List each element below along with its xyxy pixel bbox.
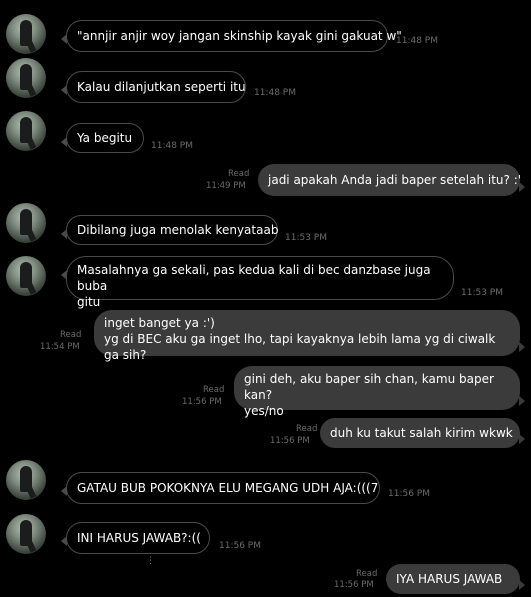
scroll-indicator-icon: ⋮ <box>146 556 155 566</box>
message-time: 11:54 PM <box>40 342 80 352</box>
incoming-message[interactable]: Kalau dilanjutkan seperti itu <box>61 71 246 103</box>
message-time: 11:49 PM <box>206 181 246 191</box>
avatar[interactable] <box>6 14 46 54</box>
message-time: 11:56 PM <box>270 436 310 446</box>
avatar[interactable] <box>6 111 46 151</box>
message-text-line: yes/no <box>244 404 284 418</box>
outgoing-message[interactable]: inget banget ya :') yg di BEC aku ga ing… <box>94 310 525 362</box>
avatar[interactable] <box>6 58 46 98</box>
message-time: 11:53 PM <box>285 233 327 243</box>
read-receipt: Read <box>203 385 225 395</box>
incoming-message[interactable]: GATAU BUB POKOKNYA ELU MEGANG UDH AJA:((… <box>61 472 380 504</box>
message-text: IYA HARUS JAWAB <box>396 572 503 586</box>
outgoing-message[interactable]: IYA HARUS JAWAB <box>386 564 525 594</box>
message-text: duh ku takut salah kirim wkwk <box>330 426 513 440</box>
incoming-message[interactable]: INI HARUS JAWAB?:(( <box>61 522 210 554</box>
incoming-message[interactable]: Dibilang juga menolak kenyataab <box>61 215 279 245</box>
avatar[interactable] <box>6 514 46 554</box>
incoming-message[interactable]: "annjir anjir woy jangan skinship kayak … <box>61 20 402 52</box>
message-time: 11:53 PM <box>461 288 503 298</box>
message-time: 11:48 PM <box>396 36 438 46</box>
message-time: 11:56 PM <box>334 580 374 590</box>
message-text-line: inget banget ya :') <box>104 316 215 330</box>
message-time: 11:48 PM <box>254 88 296 98</box>
message-text: Kalau dilanjutkan seperti itu <box>77 80 246 94</box>
outgoing-message[interactable]: duh ku takut salah kirim wkwk <box>320 418 525 448</box>
message-text-line: gini deh, aku baper sih chan, kamu baper… <box>244 372 494 402</box>
message-text: INI HARUS JAWAB?:(( <box>77 531 201 545</box>
read-receipt: Read <box>356 569 378 579</box>
read-receipt: Read <box>228 169 250 179</box>
avatar[interactable] <box>6 460 46 500</box>
outgoing-message[interactable]: gini deh, aku baper sih chan, kamu baper… <box>234 366 525 418</box>
message-text: GATAU BUB POKOKNYA ELU MEGANG UDH AJA:((… <box>77 481 379 495</box>
message-text: jadi apakah Anda jadi baper setelah itu?… <box>268 173 522 187</box>
incoming-message[interactable]: Ya begitu <box>61 123 144 153</box>
message-text-line: yg di BEC aku ga inget lho, tapi kayakny… <box>104 332 496 362</box>
message-time: 11:56 PM <box>182 397 222 407</box>
message-text: "annjir anjir woy jangan skinship kayak … <box>77 29 402 43</box>
avatar[interactable] <box>6 203 46 243</box>
message-time: 11:56 PM <box>219 541 261 551</box>
read-receipt: Read <box>60 330 82 340</box>
message-text-line: gitu <box>77 295 101 309</box>
avatar[interactable] <box>6 256 46 296</box>
message-time: 11:48 PM <box>151 141 193 151</box>
read-receipt: Read <box>296 424 318 434</box>
incoming-message[interactable]: Masalahnya ga sekali, pas kedua kali di … <box>61 256 454 309</box>
chat-thread[interactable]: "annjir anjir woy jangan skinship kayak … <box>0 0 531 597</box>
message-text: Ya begitu <box>77 131 133 145</box>
message-text: Dibilang juga menolak kenyataab <box>77 223 279 237</box>
message-time: 11:56 PM <box>388 489 430 499</box>
outgoing-message[interactable]: jadi apakah Anda jadi baper setelah itu?… <box>258 164 525 196</box>
message-text-line: Masalahnya ga sekali, pas kedua kali di … <box>77 263 431 293</box>
